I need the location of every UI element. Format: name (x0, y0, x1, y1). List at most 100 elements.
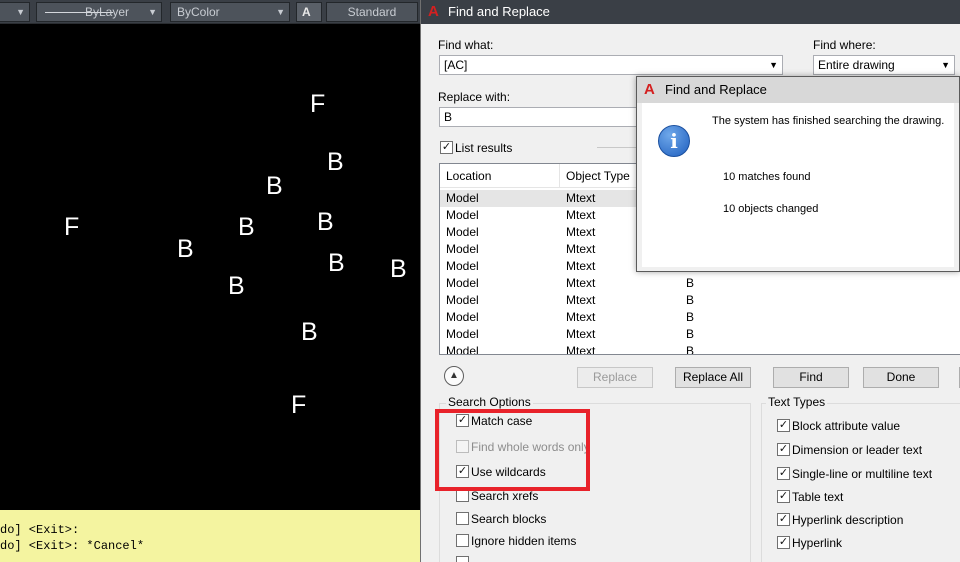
cell-location: Model (446, 344, 479, 355)
search-options-title: Search Options (446, 395, 533, 409)
canvas-text[interactable]: B (328, 249, 345, 278)
ignore-hidden-label: Ignore hidden items (471, 534, 577, 548)
separator-line (597, 147, 637, 148)
hyperlink-description-label: Hyperlink description (792, 513, 904, 527)
cell-object-type: Mtext (566, 259, 596, 273)
hyperlink-checkbox[interactable]: ✓ (777, 536, 790, 549)
cell-text: B (686, 293, 695, 307)
cell-object-type: Mtext (566, 344, 596, 355)
more-option-checkbox[interactable] (456, 556, 469, 562)
linetype-preview (45, 12, 113, 13)
canvas-text[interactable]: F (64, 213, 79, 242)
find-what-input[interactable]: [AC] ▼ (439, 55, 783, 75)
cell-object-type: Mtext (566, 208, 596, 222)
replace-with-input[interactable]: B (439, 107, 639, 127)
command-line-1: do] <Exit>: (0, 523, 80, 537)
command-line-2: do] <Exit>: *Cancel* (0, 539, 145, 553)
cell-text: B (686, 276, 695, 290)
find-button[interactable]: Find (773, 367, 849, 388)
table-row[interactable]: Model Mtext B (440, 326, 960, 343)
drawing-canvas[interactable]: F B B F B B B B B B B F (0, 24, 420, 510)
list-results-label: List results (455, 141, 513, 155)
replace-with-label: Replace with: (438, 90, 511, 104)
dimension-leader-label: Dimension or leader text (792, 443, 923, 457)
block-attribute-checkbox[interactable]: ✓ (777, 419, 790, 432)
search-xrefs-label: Search xrefs (471, 489, 539, 503)
replace-with-value: B (444, 110, 453, 124)
highlight-box (435, 409, 590, 491)
cell-text: B (686, 327, 695, 341)
autocad-logo-icon: A (428, 3, 439, 20)
message-body: i The system has finished searching the … (642, 103, 954, 267)
search-blocks-checkbox[interactable] (456, 512, 469, 525)
chevron-down-icon: ▼ (276, 7, 285, 17)
table-text-checkbox[interactable]: ✓ (777, 490, 790, 503)
replace-button[interactable]: Replace (577, 367, 653, 388)
message-title-bar[interactable]: A Find and Replace (637, 77, 959, 103)
lineweight-combo[interactable]: ByColor ▼ (170, 2, 290, 22)
table-row[interactable]: Model Mtext B (440, 292, 960, 309)
list-results-checkbox[interactable]: ✓ (440, 141, 453, 154)
linetype-combo[interactable]: ByLayer ▼ (36, 2, 162, 22)
single-multiline-label: Single-line or multiline text (792, 467, 933, 481)
canvas-text[interactable]: B (301, 318, 318, 347)
autocad-logo-icon: A (644, 81, 655, 98)
cell-object-type: Mtext (566, 225, 596, 239)
table-row[interactable]: Model Mtext B (440, 275, 960, 292)
find-where-value: Entire drawing (818, 58, 895, 72)
find-where-label: Find where: (813, 38, 876, 52)
color-combo[interactable]: ▼ (0, 2, 30, 22)
cell-object-type: Mtext (566, 293, 596, 307)
block-attribute-label: Block attribute value (792, 419, 901, 433)
canvas-text[interactable]: F (291, 391, 306, 420)
canvas-text[interactable]: B (390, 255, 407, 284)
dimension-leader-checkbox[interactable]: ✓ (777, 443, 790, 456)
table-row[interactable]: Model Mtext B (440, 343, 960, 355)
table-text-label: Table text (792, 490, 844, 504)
message-title: Find and Replace (665, 82, 767, 97)
find-what-value: [AC] (444, 58, 468, 72)
dialog-title: Find and Replace (448, 4, 550, 19)
canvas-text[interactable]: B (327, 148, 344, 177)
cell-location: Model (446, 191, 479, 205)
canvas-text[interactable]: B (228, 272, 245, 301)
cell-object-type: Mtext (566, 191, 596, 205)
table-row[interactable]: Model Mtext B (440, 309, 960, 326)
single-multiline-checkbox[interactable]: ✓ (777, 467, 790, 480)
text-style-icon[interactable]: A (296, 2, 322, 22)
cell-object-type: Mtext (566, 310, 596, 324)
text-types-title: Text Types (766, 395, 828, 409)
find-what-label: Find what: (438, 38, 494, 52)
column-header-location[interactable]: Location (440, 164, 560, 188)
info-icon: i (658, 125, 690, 157)
cell-text: B (686, 344, 695, 355)
lineweight-value: ByColor (177, 5, 220, 19)
hyperlink-label: Hyperlink (792, 536, 843, 550)
canvas-text[interactable]: F (310, 90, 325, 119)
canvas-text[interactable]: B (266, 172, 283, 201)
cell-object-type: Mtext (566, 276, 596, 290)
cell-location: Model (446, 225, 479, 239)
message-objects-changed: 10 objects changed (723, 203, 819, 215)
command-history: do] <Exit>: do] <Exit>: *Cancel* (0, 510, 420, 562)
text-style-combo[interactable]: Standard (326, 2, 418, 22)
message-line-finished: The system has finished searching the dr… (712, 115, 945, 127)
collapse-options-button[interactable]: ▲ (444, 366, 464, 386)
canvas-text[interactable]: B (177, 235, 194, 264)
chevron-down-icon[interactable]: ▼ (941, 56, 950, 74)
done-button[interactable]: Done (863, 367, 939, 388)
hyperlink-description-checkbox[interactable]: ✓ (777, 513, 790, 526)
dialog-title-bar[interactable]: A Find and Replace (421, 0, 960, 24)
text-style-value: Standard (347, 5, 397, 19)
chevron-down-icon: ▼ (148, 7, 157, 17)
canvas-text[interactable]: B (238, 213, 255, 242)
chevron-down-icon[interactable]: ▼ (769, 56, 778, 74)
cell-object-type: Mtext (566, 242, 596, 256)
search-complete-message: A Find and Replace i The system has fini… (636, 76, 960, 272)
replace-all-button[interactable]: Replace All (675, 367, 751, 388)
message-matches-found: 10 matches found (723, 171, 811, 183)
search-blocks-label: Search blocks (471, 512, 547, 526)
ignore-hidden-checkbox[interactable] (456, 534, 469, 547)
canvas-text[interactable]: B (317, 208, 334, 237)
find-where-select[interactable]: Entire drawing ▼ (813, 55, 955, 75)
